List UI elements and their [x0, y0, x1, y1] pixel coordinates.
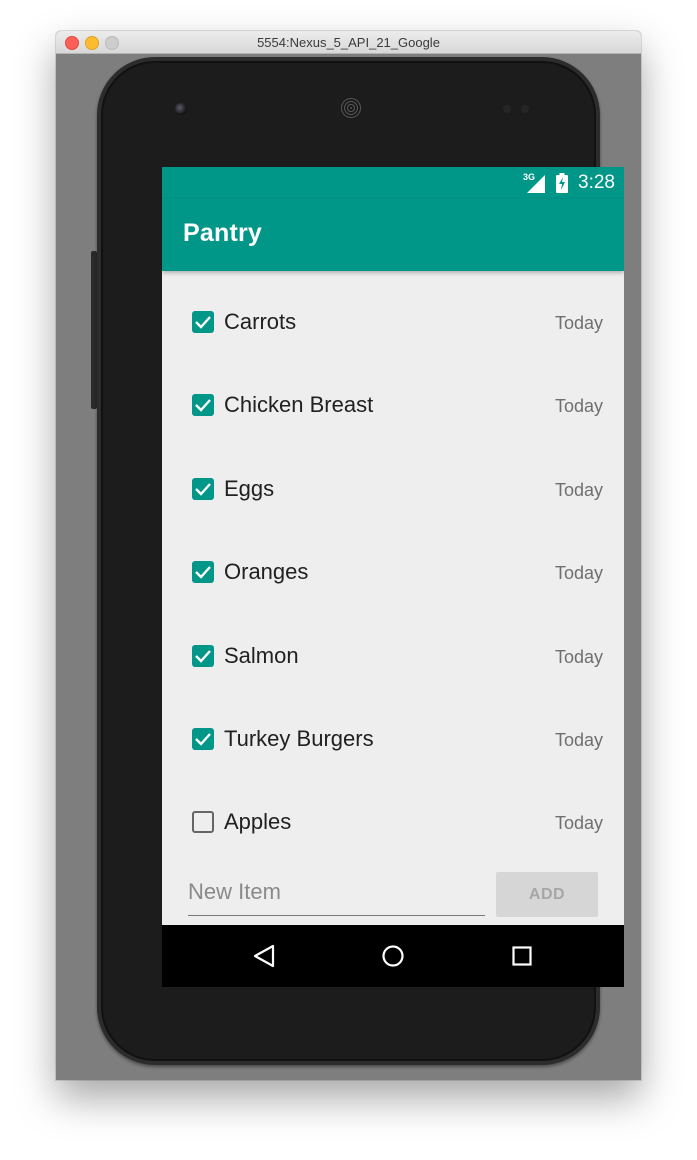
- checkmark-icon: [195, 566, 211, 579]
- window-titlebar[interactable]: 5554:Nexus_5_API_21_Google: [56, 31, 641, 54]
- new-item-field[interactable]: [188, 875, 485, 916]
- cell-signal-icon: [527, 175, 545, 193]
- item-date: Today: [554, 563, 603, 584]
- new-item-input[interactable]: [188, 875, 485, 909]
- item-date: Today: [554, 396, 603, 417]
- item-label: Turkey Burgers: [224, 725, 374, 751]
- recent-apps-square-icon[interactable]: [510, 944, 534, 968]
- item-checkbox[interactable]: [192, 727, 214, 750]
- list-item[interactable]: Eggs Today: [162, 438, 624, 521]
- window-title: 5554:Nexus_5_API_21_Google: [257, 35, 440, 50]
- home-circle-icon[interactable]: [381, 944, 405, 968]
- checkmark-icon: [195, 482, 211, 496]
- item-date: Today: [554, 646, 603, 667]
- checkmark-icon: [195, 316, 211, 329]
- app-toolbar: Pantry: [162, 199, 624, 271]
- item-checkbox[interactable]: [192, 311, 214, 333]
- sensor-icon: [521, 105, 529, 113]
- item-checkbox[interactable]: [192, 561, 214, 584]
- item-date: Today: [554, 313, 603, 333]
- item-date: Today: [554, 813, 603, 834]
- list-item[interactable]: Salmon Today: [162, 605, 624, 688]
- checkmark-icon: [195, 733, 211, 746]
- checkmark-icon: [195, 399, 211, 413]
- add-button[interactable]: ADD: [496, 872, 598, 917]
- battery-charging-icon: [556, 173, 568, 193]
- list-item[interactable]: Oranges Today: [162, 521, 624, 604]
- item-label: Salmon: [224, 642, 299, 668]
- front-camera-icon: [175, 103, 187, 115]
- list-item[interactable]: Apples Today: [162, 771, 624, 854]
- item-checkbox[interactable]: [192, 811, 214, 834]
- list-item[interactable]: Carrots Today: [162, 271, 624, 354]
- item-label: Apples: [224, 809, 292, 835]
- status-clock: 3:28: [578, 172, 615, 193]
- emulator-window: 5554:Nexus_5_API_21_Google 3G 3:28 Pantr…: [56, 31, 641, 1080]
- item-checkbox[interactable]: [192, 477, 214, 500]
- list-item[interactable]: Turkey Burgers Today: [162, 688, 624, 771]
- item-label: Oranges: [224, 559, 309, 585]
- earpiece-speaker-icon: [340, 97, 362, 119]
- item-label: Carrots: [224, 309, 297, 334]
- pantry-list: Carrots Today Chicken Breast Today Eggs …: [162, 271, 624, 855]
- item-date: Today: [554, 479, 603, 500]
- status-bar: 3G 3:28: [162, 167, 624, 199]
- sensor-icon: [503, 105, 511, 113]
- app-title: Pantry: [183, 219, 263, 247]
- item-checkbox[interactable]: [192, 394, 214, 417]
- checkmark-icon: [195, 649, 211, 663]
- item-date: Today: [554, 729, 603, 750]
- item-label: Chicken Breast: [224, 392, 374, 418]
- device-screen: 3G 3:28 Pantry Carrots Today Chicken Bre…: [162, 167, 624, 987]
- system-nav-bar: [162, 925, 624, 987]
- list-item[interactable]: Chicken Breast Today: [162, 354, 624, 437]
- phone-frame: 3G 3:28 Pantry Carrots Today Chicken Bre…: [97, 57, 624, 1065]
- item-label: Eggs: [224, 475, 275, 501]
- back-triangle-icon[interactable]: [252, 944, 276, 968]
- item-checkbox[interactable]: [192, 644, 214, 667]
